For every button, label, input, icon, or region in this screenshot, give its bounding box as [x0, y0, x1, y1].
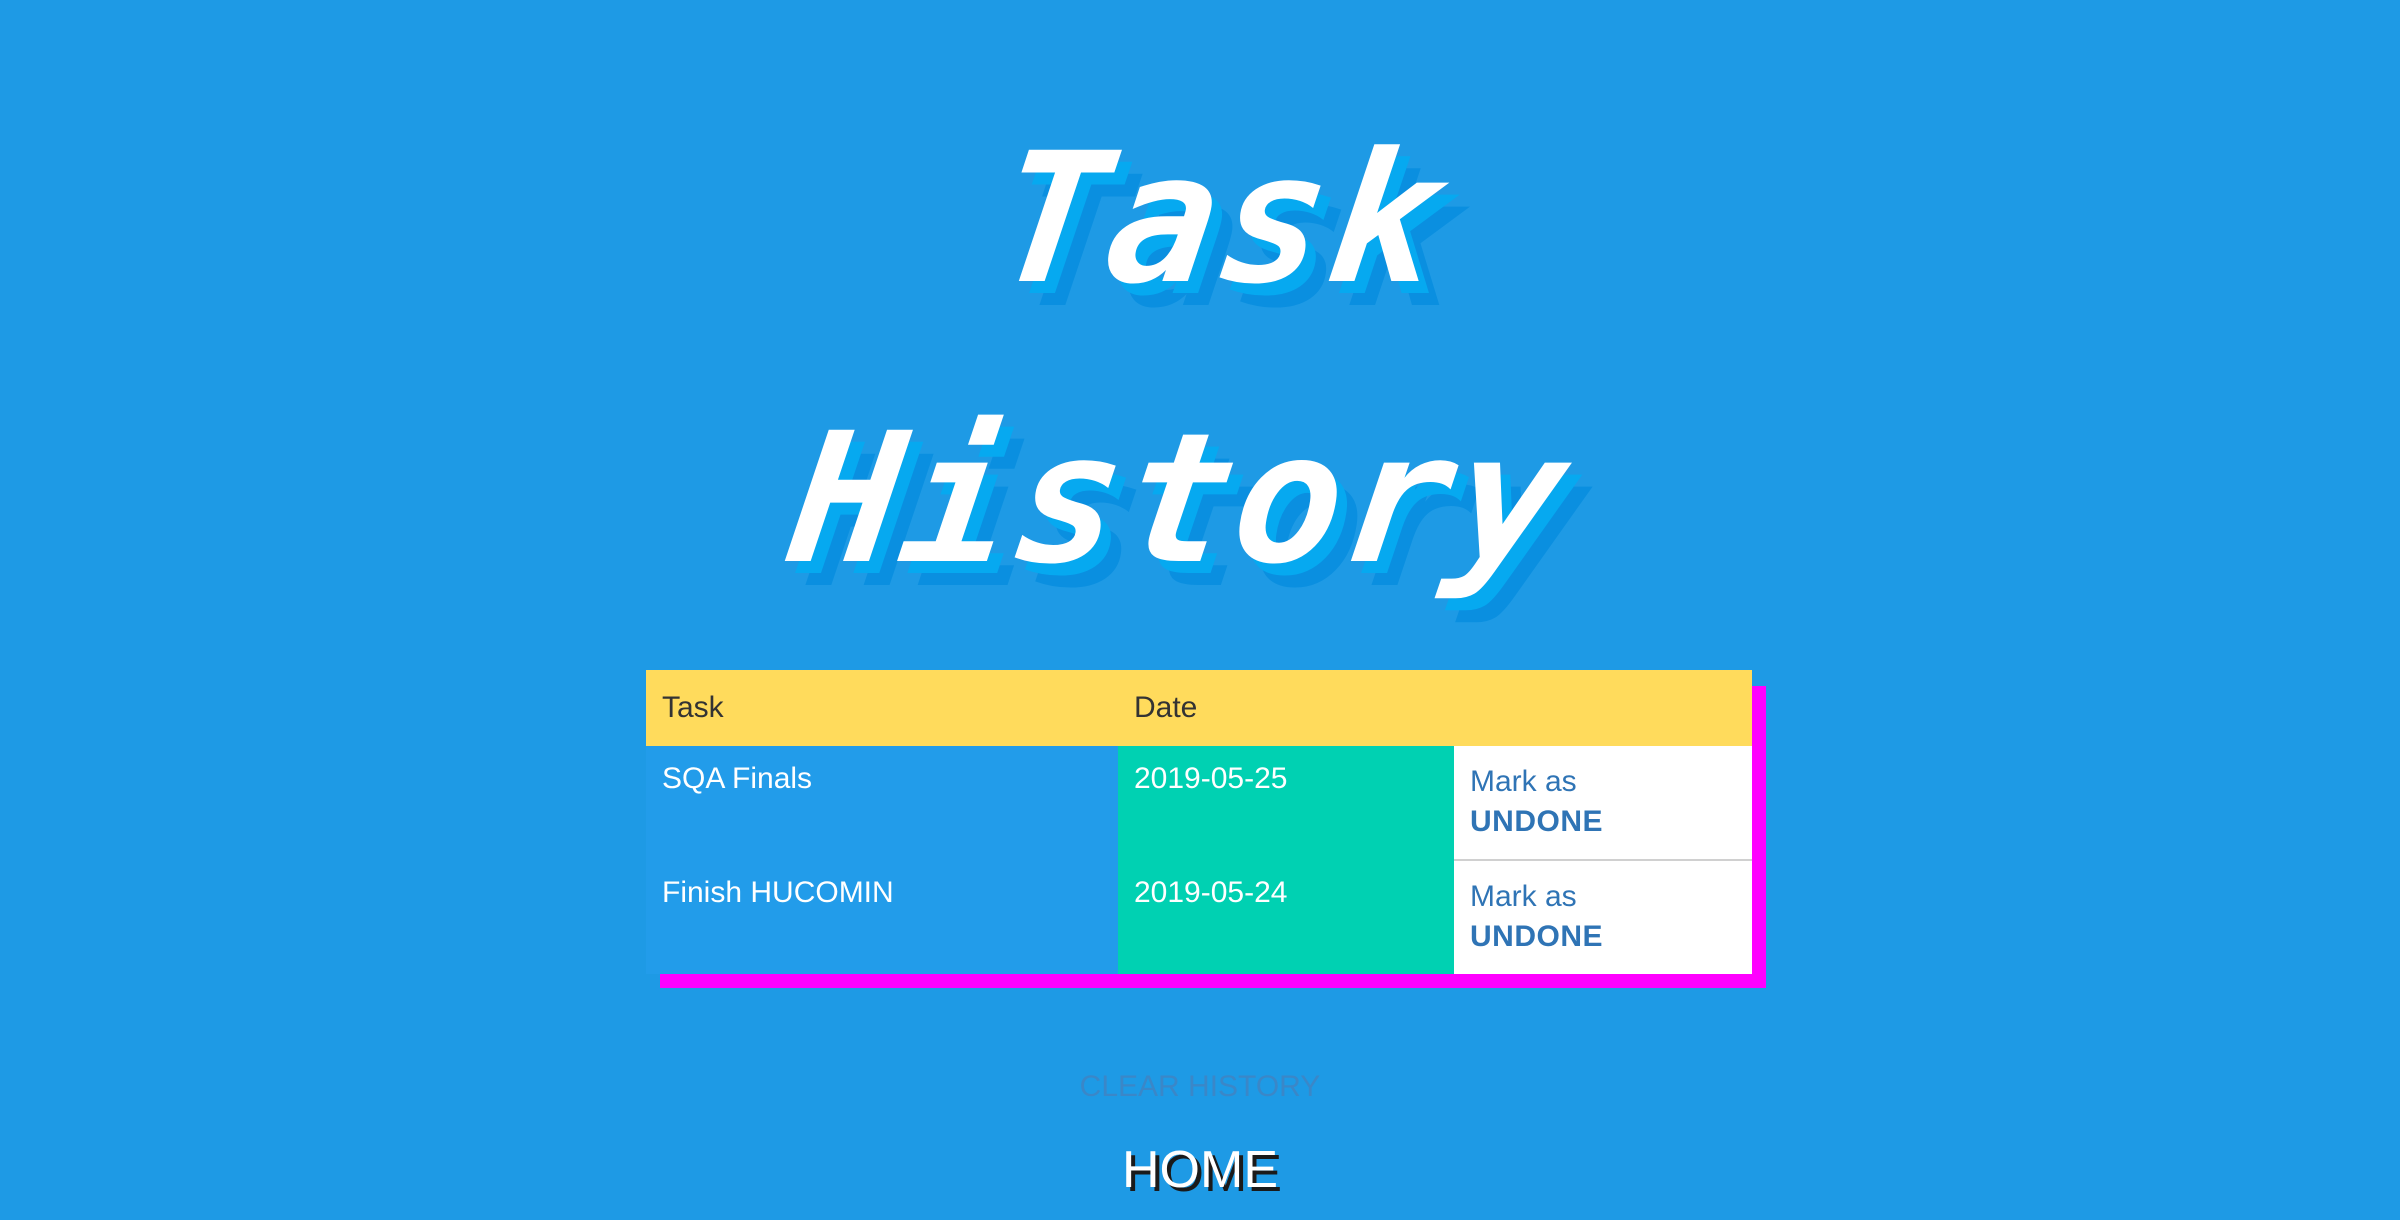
history-table: Task Date SQA Finals 2019-05-25 Mark as …: [646, 670, 1752, 974]
date-cell: 2019-05-24: [1118, 860, 1454, 974]
page: Task History Task Date SQA Finals 2019-0…: [0, 0, 2400, 1220]
column-header-task: Task: [646, 670, 1118, 746]
table-row: Finish HUCOMIN 2019-05-24 Mark as UNDONE: [646, 860, 1752, 974]
mark-undone-label-prefix: Mark as: [1470, 880, 1577, 913]
mark-undone-label-status: UNDONE: [1470, 920, 1604, 953]
task-cell: Finish HUCOMIN: [646, 860, 1118, 974]
page-title: Task History: [0, 80, 2400, 640]
history-table-container: Task Date SQA Finals 2019-05-25 Mark as …: [646, 670, 1766, 988]
page-title-line-2: History: [779, 395, 1582, 604]
mark-undone-label-prefix: Mark as: [1470, 765, 1577, 798]
home-button[interactable]: HOME: [0, 1140, 2400, 1200]
date-cell: 2019-05-25: [1118, 746, 1454, 860]
task-cell: SQA Finals: [646, 746, 1118, 860]
page-title-line-1: Task: [984, 115, 1456, 324]
mark-undone-button[interactable]: Mark as UNDONE: [1454, 860, 1752, 974]
table-row: SQA Finals 2019-05-25 Mark as UNDONE: [646, 746, 1752, 861]
column-header-action: [1454, 670, 1752, 746]
column-header-date: Date: [1118, 670, 1454, 746]
table-header-row: Task Date: [646, 670, 1752, 746]
mark-undone-label-status: UNDONE: [1470, 805, 1604, 838]
clear-history-button[interactable]: CLEAR HISTORY: [0, 1070, 2400, 1104]
mark-undone-button[interactable]: Mark as UNDONE: [1454, 746, 1752, 861]
